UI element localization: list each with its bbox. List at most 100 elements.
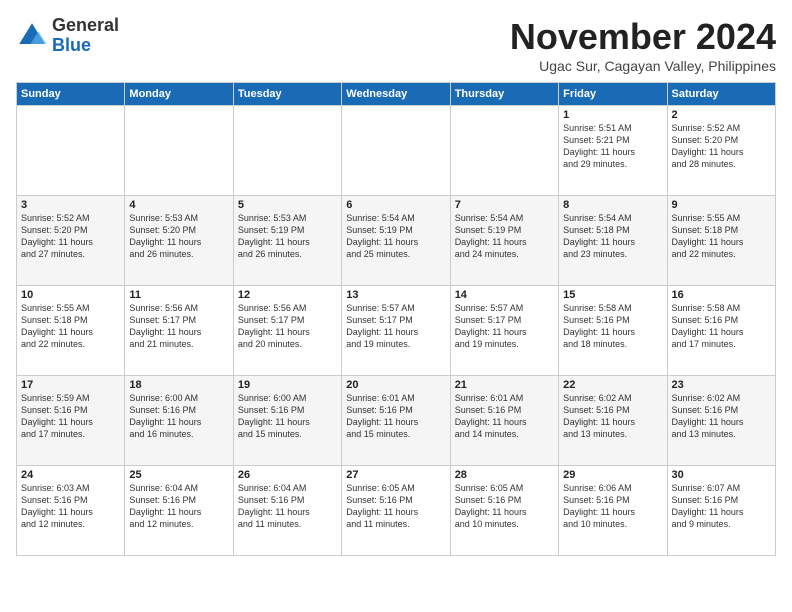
- week-row-4: 24Sunrise: 6:03 AM Sunset: 5:16 PM Dayli…: [17, 466, 776, 556]
- calendar-cell: 19Sunrise: 6:00 AM Sunset: 5:16 PM Dayli…: [233, 376, 341, 466]
- day-info: Sunrise: 5:56 AM Sunset: 5:17 PM Dayligh…: [238, 302, 337, 351]
- day-info: Sunrise: 5:58 AM Sunset: 5:16 PM Dayligh…: [672, 302, 771, 351]
- day-info: Sunrise: 5:54 AM Sunset: 5:19 PM Dayligh…: [346, 212, 445, 261]
- page-header: General Blue November 2024 Ugac Sur, Cag…: [16, 16, 776, 74]
- week-row-0: 1Sunrise: 5:51 AM Sunset: 5:21 PM Daylig…: [17, 106, 776, 196]
- day-number: 19: [238, 379, 337, 391]
- day-number: 11: [129, 289, 228, 301]
- day-info: Sunrise: 6:02 AM Sunset: 5:16 PM Dayligh…: [563, 392, 662, 441]
- calendar-cell: 18Sunrise: 6:00 AM Sunset: 5:16 PM Dayli…: [125, 376, 233, 466]
- day-number: 4: [129, 199, 228, 211]
- title-block: November 2024 Ugac Sur, Cagayan Valley, …: [510, 16, 776, 74]
- day-info: Sunrise: 5:59 AM Sunset: 5:16 PM Dayligh…: [21, 392, 120, 441]
- day-info: Sunrise: 6:01 AM Sunset: 5:16 PM Dayligh…: [346, 392, 445, 441]
- day-number: 8: [563, 199, 662, 211]
- calendar-header: SundayMondayTuesdayWednesdayThursdayFrid…: [17, 83, 776, 106]
- day-info: Sunrise: 6:01 AM Sunset: 5:16 PM Dayligh…: [455, 392, 554, 441]
- day-number: 12: [238, 289, 337, 301]
- day-header-thursday: Thursday: [450, 83, 558, 106]
- day-number: 23: [672, 379, 771, 391]
- calendar-cell: 4Sunrise: 5:53 AM Sunset: 5:20 PM Daylig…: [125, 196, 233, 286]
- calendar-cell: 27Sunrise: 6:05 AM Sunset: 5:16 PM Dayli…: [342, 466, 450, 556]
- day-number: 7: [455, 199, 554, 211]
- calendar-cell: 2Sunrise: 5:52 AM Sunset: 5:20 PM Daylig…: [667, 106, 775, 196]
- day-number: 18: [129, 379, 228, 391]
- calendar-cell: 25Sunrise: 6:04 AM Sunset: 5:16 PM Dayli…: [125, 466, 233, 556]
- calendar-cell: 21Sunrise: 6:01 AM Sunset: 5:16 PM Dayli…: [450, 376, 558, 466]
- day-number: 27: [346, 469, 445, 481]
- calendar-cell: [17, 106, 125, 196]
- calendar-cell: 24Sunrise: 6:03 AM Sunset: 5:16 PM Dayli…: [17, 466, 125, 556]
- day-number: 20: [346, 379, 445, 391]
- calendar-cell: [342, 106, 450, 196]
- calendar-cell: 15Sunrise: 5:58 AM Sunset: 5:16 PM Dayli…: [559, 286, 667, 376]
- day-header-friday: Friday: [559, 83, 667, 106]
- day-number: 16: [672, 289, 771, 301]
- calendar-cell: 28Sunrise: 6:05 AM Sunset: 5:16 PM Dayli…: [450, 466, 558, 556]
- day-number: 24: [21, 469, 120, 481]
- day-info: Sunrise: 6:00 AM Sunset: 5:16 PM Dayligh…: [238, 392, 337, 441]
- calendar-cell: 23Sunrise: 6:02 AM Sunset: 5:16 PM Dayli…: [667, 376, 775, 466]
- day-info: Sunrise: 5:53 AM Sunset: 5:20 PM Dayligh…: [129, 212, 228, 261]
- day-header-sunday: Sunday: [17, 83, 125, 106]
- location-title: Ugac Sur, Cagayan Valley, Philippines: [510, 58, 776, 74]
- day-info: Sunrise: 6:07 AM Sunset: 5:16 PM Dayligh…: [672, 482, 771, 531]
- day-number: 26: [238, 469, 337, 481]
- day-number: 13: [346, 289, 445, 301]
- calendar-cell: 1Sunrise: 5:51 AM Sunset: 5:21 PM Daylig…: [559, 106, 667, 196]
- calendar-cell: 13Sunrise: 5:57 AM Sunset: 5:17 PM Dayli…: [342, 286, 450, 376]
- day-info: Sunrise: 6:05 AM Sunset: 5:16 PM Dayligh…: [346, 482, 445, 531]
- calendar-cell: 9Sunrise: 5:55 AM Sunset: 5:18 PM Daylig…: [667, 196, 775, 286]
- day-info: Sunrise: 5:52 AM Sunset: 5:20 PM Dayligh…: [21, 212, 120, 261]
- day-number: 29: [563, 469, 662, 481]
- day-info: Sunrise: 5:55 AM Sunset: 5:18 PM Dayligh…: [21, 302, 120, 351]
- month-title: November 2024: [510, 16, 776, 58]
- day-number: 14: [455, 289, 554, 301]
- day-number: 25: [129, 469, 228, 481]
- day-number: 1: [563, 109, 662, 121]
- calendar-cell: 11Sunrise: 5:56 AM Sunset: 5:17 PM Dayli…: [125, 286, 233, 376]
- calendar-cell: [125, 106, 233, 196]
- day-number: 22: [563, 379, 662, 391]
- calendar-table: SundayMondayTuesdayWednesdayThursdayFrid…: [16, 82, 776, 556]
- calendar-cell: 26Sunrise: 6:04 AM Sunset: 5:16 PM Dayli…: [233, 466, 341, 556]
- day-header-wednesday: Wednesday: [342, 83, 450, 106]
- calendar-cell: 14Sunrise: 5:57 AM Sunset: 5:17 PM Dayli…: [450, 286, 558, 376]
- day-header-monday: Monday: [125, 83, 233, 106]
- day-info: Sunrise: 6:00 AM Sunset: 5:16 PM Dayligh…: [129, 392, 228, 441]
- day-info: Sunrise: 5:55 AM Sunset: 5:18 PM Dayligh…: [672, 212, 771, 261]
- calendar-cell: 20Sunrise: 6:01 AM Sunset: 5:16 PM Dayli…: [342, 376, 450, 466]
- day-number: 2: [672, 109, 771, 121]
- day-number: 21: [455, 379, 554, 391]
- day-header-tuesday: Tuesday: [233, 83, 341, 106]
- calendar-cell: 8Sunrise: 5:54 AM Sunset: 5:18 PM Daylig…: [559, 196, 667, 286]
- calendar-cell: [233, 106, 341, 196]
- calendar-cell: 5Sunrise: 5:53 AM Sunset: 5:19 PM Daylig…: [233, 196, 341, 286]
- day-number: 3: [21, 199, 120, 211]
- day-number: 15: [563, 289, 662, 301]
- calendar-cell: 17Sunrise: 5:59 AM Sunset: 5:16 PM Dayli…: [17, 376, 125, 466]
- day-info: Sunrise: 5:57 AM Sunset: 5:17 PM Dayligh…: [346, 302, 445, 351]
- day-number: 6: [346, 199, 445, 211]
- week-row-2: 10Sunrise: 5:55 AM Sunset: 5:18 PM Dayli…: [17, 286, 776, 376]
- day-info: Sunrise: 6:04 AM Sunset: 5:16 PM Dayligh…: [238, 482, 337, 531]
- logo: General Blue: [16, 16, 119, 56]
- day-info: Sunrise: 6:04 AM Sunset: 5:16 PM Dayligh…: [129, 482, 228, 531]
- calendar-cell: 12Sunrise: 5:56 AM Sunset: 5:17 PM Dayli…: [233, 286, 341, 376]
- day-info: Sunrise: 6:05 AM Sunset: 5:16 PM Dayligh…: [455, 482, 554, 531]
- calendar-cell: 16Sunrise: 5:58 AM Sunset: 5:16 PM Dayli…: [667, 286, 775, 376]
- logo-general-text: General: [52, 16, 119, 36]
- calendar-cell: 30Sunrise: 6:07 AM Sunset: 5:16 PM Dayli…: [667, 466, 775, 556]
- day-info: Sunrise: 5:53 AM Sunset: 5:19 PM Dayligh…: [238, 212, 337, 261]
- calendar-cell: [450, 106, 558, 196]
- calendar-cell: 6Sunrise: 5:54 AM Sunset: 5:19 PM Daylig…: [342, 196, 450, 286]
- day-number: 10: [21, 289, 120, 301]
- day-header-saturday: Saturday: [667, 83, 775, 106]
- day-number: 28: [455, 469, 554, 481]
- day-info: Sunrise: 5:56 AM Sunset: 5:17 PM Dayligh…: [129, 302, 228, 351]
- day-number: 9: [672, 199, 771, 211]
- day-info: Sunrise: 5:52 AM Sunset: 5:20 PM Dayligh…: [672, 122, 771, 171]
- calendar-cell: 7Sunrise: 5:54 AM Sunset: 5:19 PM Daylig…: [450, 196, 558, 286]
- day-info: Sunrise: 6:02 AM Sunset: 5:16 PM Dayligh…: [672, 392, 771, 441]
- week-row-3: 17Sunrise: 5:59 AM Sunset: 5:16 PM Dayli…: [17, 376, 776, 466]
